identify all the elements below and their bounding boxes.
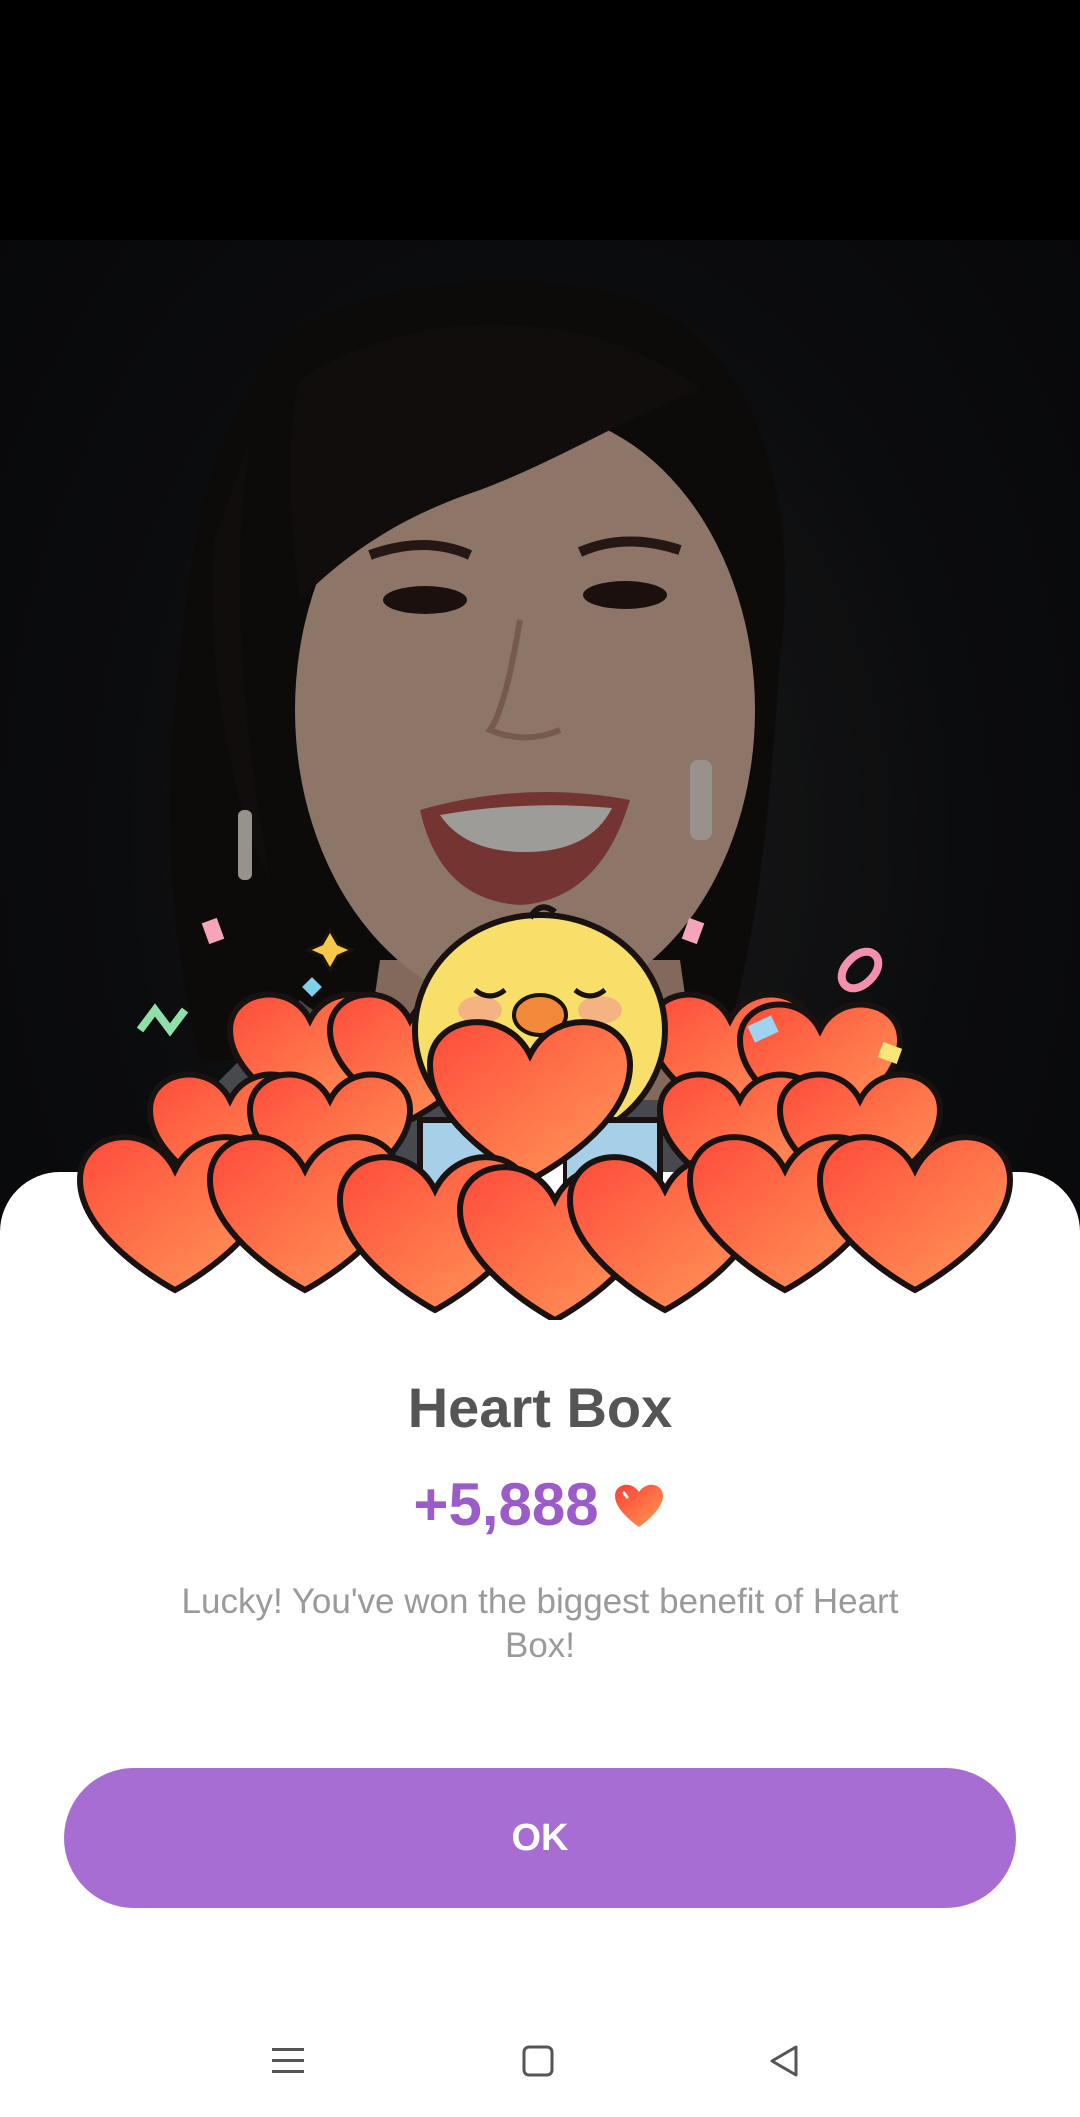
ok-button[interactable]: OK <box>64 1768 1016 1908</box>
reward-amount: +5,888 <box>413 1471 599 1538</box>
status-bar <box>0 0 1080 240</box>
square-home-icon[interactable] <box>508 2033 568 2089</box>
screen: Heart Box +5,888 Lucky! You've won the b… <box>0 0 1080 2117</box>
dialog-title: Heart Box <box>407 1376 673 1439</box>
heart-icon <box>614 1484 663 1527</box>
menu-icon[interactable] <box>258 2033 318 2089</box>
reward-amount-row: +5,888 <box>0 1470 1080 1539</box>
reward-message: Lucky! You've won the biggest benefit of… <box>181 1582 899 1665</box>
triangle-back-icon[interactable] <box>754 2033 814 2089</box>
navigation-bar <box>0 2005 1080 2117</box>
heart-box-illustration <box>76 904 1014 1320</box>
